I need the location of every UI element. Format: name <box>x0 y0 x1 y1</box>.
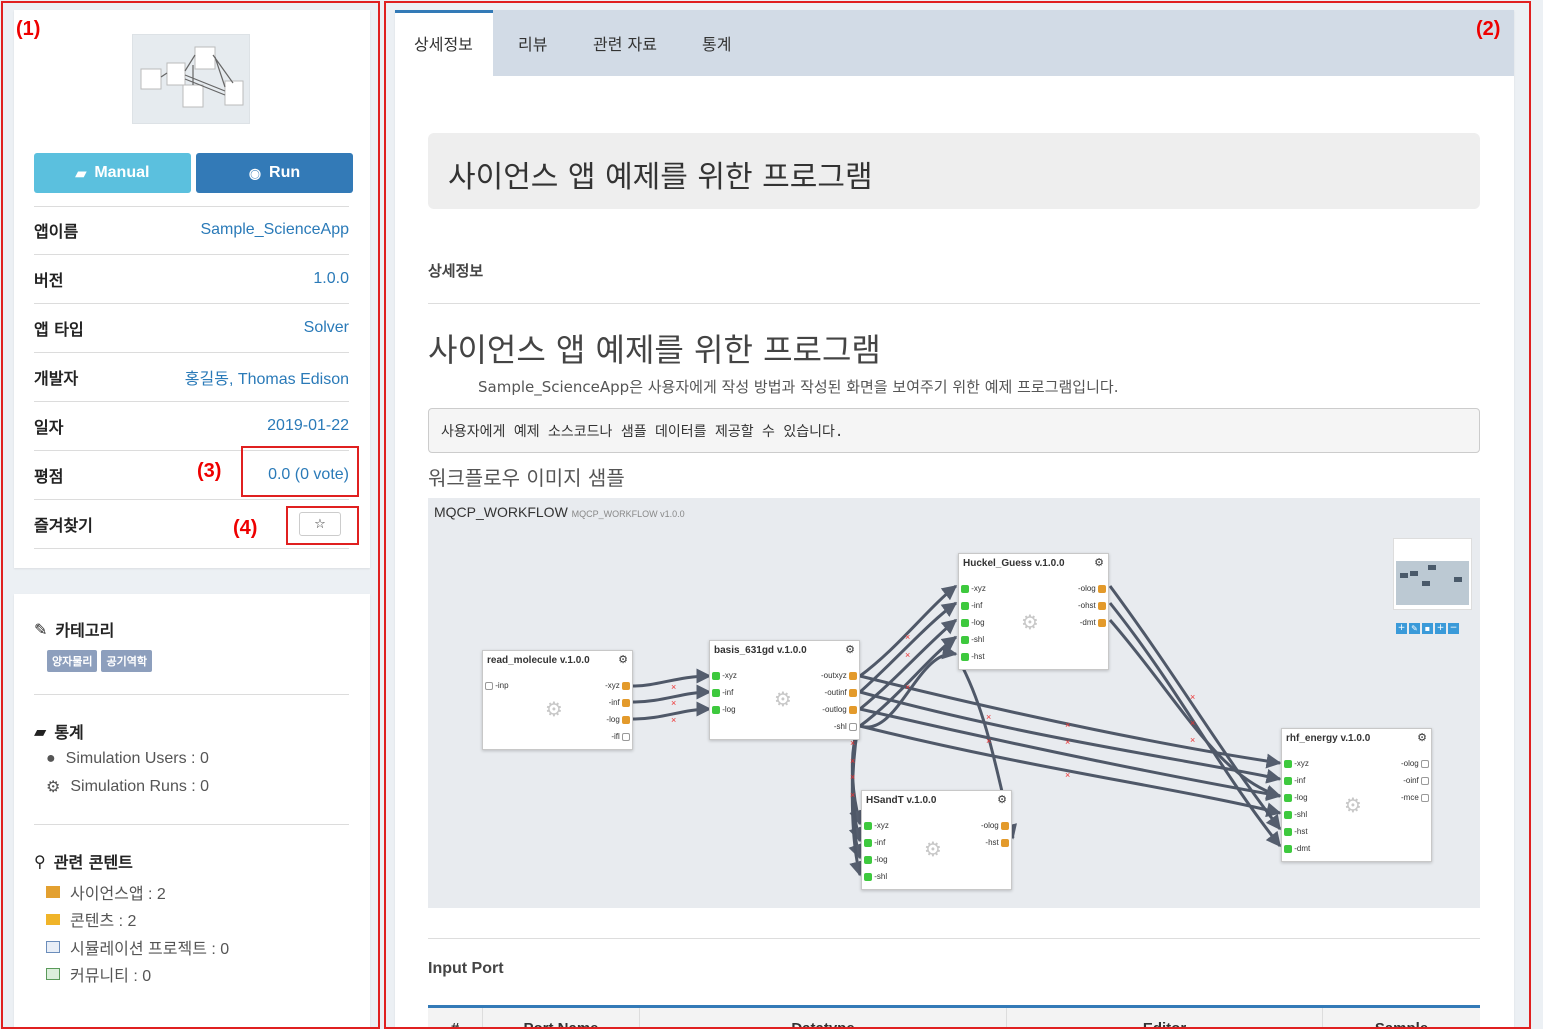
annotation-label-4: (4) <box>233 517 258 539</box>
annotation-frame-2 <box>384 1 1531 1029</box>
annotation-frame-3 <box>241 446 359 497</box>
annotation-label-3: (3) <box>197 460 222 482</box>
annotation-label-2: (2) <box>1476 18 1501 40</box>
annotation-label-1: (1) <box>16 18 41 40</box>
annotation-frame-4 <box>286 506 359 545</box>
